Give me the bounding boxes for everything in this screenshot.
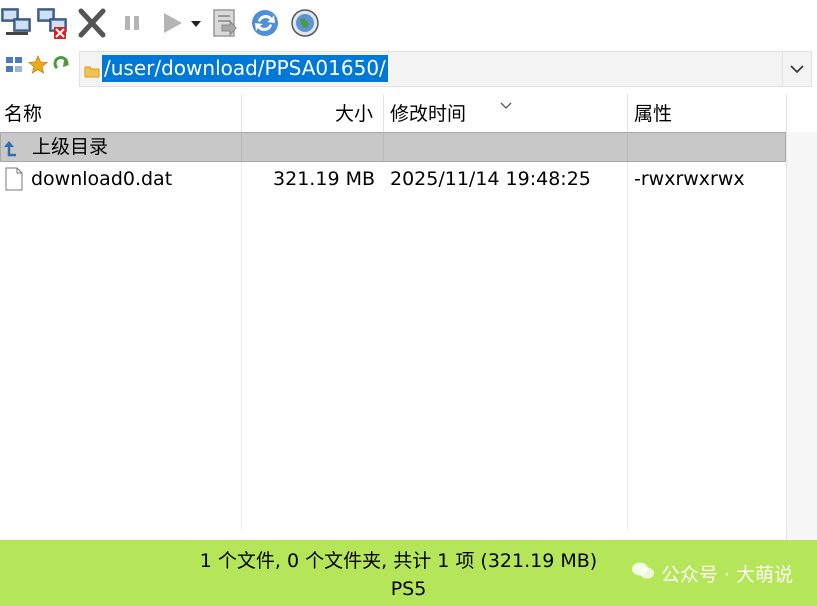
column-divider[interactable] (786, 94, 787, 132)
watermark: 公众号 · 大萌说 (631, 560, 793, 587)
column-header-size[interactable]: 大小 (335, 94, 373, 132)
file-modified: 2025/11/14 19:48:25 (390, 168, 591, 190)
file-list: 名称 大小 修改时间 属性 上级目录 download0.dat 321.19 … (0, 94, 817, 540)
file-attributes: -rwxrwxrwx (634, 168, 745, 190)
go-up-arrow-icon[interactable] (51, 54, 73, 76)
row-divider (627, 133, 628, 161)
row-divider (241, 133, 242, 161)
column-divider[interactable] (241, 94, 242, 132)
disconnect-icon[interactable] (36, 5, 70, 41)
play-dropdown-icon[interactable] (188, 5, 204, 41)
connect-icon[interactable] (0, 5, 34, 41)
column-header-name[interactable]: 名称 (4, 94, 42, 132)
parent-directory-row[interactable]: 上级目录 (0, 132, 786, 162)
file-name: download0.dat (31, 168, 173, 190)
file-size: 321.19 MB (273, 168, 375, 190)
column-header-attributes[interactable]: 属性 (634, 94, 672, 132)
transfer-queue-icon[interactable] (208, 5, 242, 41)
column-header-modified[interactable]: 修改时间 (390, 94, 466, 132)
list-gutter (786, 132, 817, 540)
cancel-icon[interactable] (76, 5, 110, 41)
parent-directory-label: 上级目录 (32, 136, 109, 158)
parent-up-arrow-icon (3, 139, 19, 161)
address-bar: /user/download/PPSA01650/ (0, 46, 817, 94)
path-input[interactable]: /user/download/PPSA01650/ (79, 51, 812, 87)
web-icon[interactable] (288, 5, 322, 41)
row-divider (383, 133, 384, 161)
watermark-text: 公众号 · 大萌说 (660, 564, 793, 586)
column-divider[interactable] (627, 94, 628, 132)
play-icon[interactable] (156, 5, 190, 41)
favorites-star-icon[interactable] (27, 54, 49, 76)
sort-descending-icon (499, 96, 513, 115)
column-divider[interactable] (383, 94, 384, 132)
file-icon (5, 167, 23, 195)
refresh-icon[interactable] (248, 5, 282, 41)
toolbar (0, 0, 817, 47)
tree-view-icon[interactable] (4, 54, 26, 76)
wechat-icon (631, 561, 655, 586)
path-dropdown-button[interactable] (782, 52, 811, 86)
status-bar: 1 个文件, 0 个文件夹, 共计 1 项 (321.19 MB) PS5 公众… (0, 540, 817, 606)
pause-icon[interactable] (116, 5, 150, 41)
file-row[interactable]: download0.dat 321.19 MB 2025/11/14 19:48… (0, 164, 786, 194)
path-text[interactable]: /user/download/PPSA01650/ (102, 55, 388, 82)
folder-icon (84, 63, 100, 82)
